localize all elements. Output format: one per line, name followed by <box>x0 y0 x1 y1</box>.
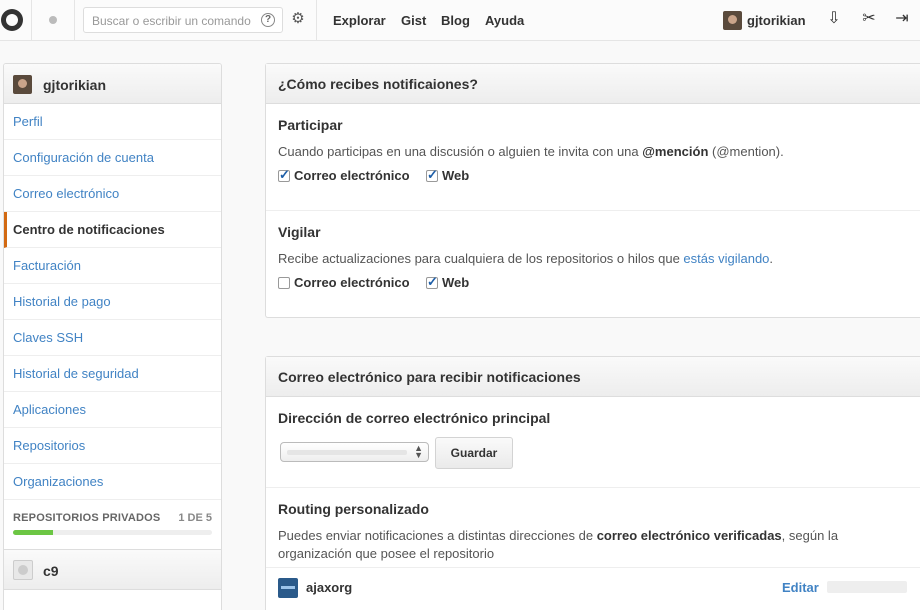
sign-out-icon[interactable]: ⇥ <box>893 10 911 28</box>
watch-section: Vigilar Recibe actualizaciones para cual… <box>266 211 920 317</box>
sidebar-item-applications[interactable]: Aplicaciones <box>4 392 221 428</box>
user-avatar[interactable] <box>723 11 742 30</box>
watch-desc-text: Recibe actualizaciones para cualquiera d… <box>278 251 684 266</box>
watch-checks: Correo electrónico Web <box>278 274 908 294</box>
sidebar-item-ssh-keys[interactable]: Claves SSH <box>4 320 221 356</box>
watch-email-checkbox[interactable] <box>278 277 290 289</box>
participate-title: Participar <box>278 117 343 133</box>
watch-web-label[interactable]: Web <box>442 275 469 290</box>
settings-tools-icon[interactable]: ✂ <box>860 10 878 28</box>
routing-org-name: ajaxorg <box>306 580 353 595</box>
sidebar-item-organizations[interactable]: Organizaciones <box>4 464 221 500</box>
watch-title: Vigilar <box>278 224 321 240</box>
search-placeholder: Buscar o escribir un comando <box>92 14 251 28</box>
nav-explore[interactable]: Explorar <box>333 13 386 28</box>
settings-sidebar: gjtorikian Perfil Configuración de cuent… <box>3 63 222 610</box>
watch-web-checkbox[interactable] <box>426 274 438 290</box>
watch-desc-tail: . <box>769 251 774 266</box>
new-repo-icon[interactable]: ⇩ <box>825 10 843 28</box>
org-avatar <box>278 578 298 598</box>
sidebar-item-emails[interactable]: Correo electrónico <box>4 176 221 212</box>
sidebar-item-notification-center[interactable]: Centro de notificaciones <box>4 212 221 248</box>
primary-email-section: Dirección de correo electrónico principa… <box>266 397 920 488</box>
participate-desc-text: Cuando participas en una discusión o alg… <box>278 144 643 159</box>
sidebar-avatar <box>13 75 32 94</box>
header-divider <box>74 0 75 40</box>
participate-desc-mention: @mención <box>642 144 709 159</box>
sidebar-org-header[interactable]: c9 <box>4 550 221 590</box>
private-repos-progress-bar <box>13 530 212 535</box>
watch-email-label[interactable]: Correo electrónico <box>294 275 410 290</box>
sidebar-item-profile[interactable]: Perfil <box>4 104 221 140</box>
private-repos-progress-fill <box>13 530 53 535</box>
command-bar-gear-icon[interactable]: ⚙ <box>290 11 306 27</box>
sidebar-item-account-settings[interactable]: Configuración de cuenta <box>4 140 221 176</box>
watching-link[interactable]: estás vigilando <box>683 251 769 266</box>
primary-email-select[interactable]: ▲ ▼ <box>280 442 429 462</box>
github-logo-icon[interactable] <box>1 9 23 31</box>
notifications-box: ¿Cómo recibes notificaiones? Participar … <box>265 63 920 318</box>
header-divider <box>31 0 32 40</box>
sidebar-username: gjtorikian <box>43 77 107 93</box>
private-repos-count: 1 DE 5 <box>178 512 212 524</box>
nav-blog[interactable]: Blog <box>441 13 470 28</box>
search-input[interactable]: Buscar o escribir un comando ? <box>83 7 283 33</box>
participate-web-checkbox[interactable] <box>426 167 438 183</box>
routing-email-value <box>827 581 907 593</box>
participate-email-label[interactable]: Correo electrónico <box>294 168 410 183</box>
sidebar-header: gjtorikian <box>4 64 221 104</box>
sidebar-item-security-history[interactable]: Historial de seguridad <box>4 356 221 392</box>
custom-routing-section: Routing personalizado Puedes enviar noti… <box>266 488 920 610</box>
nav-help[interactable]: Ayuda <box>485 13 524 28</box>
sidebar-item-billing[interactable]: Facturación <box>4 248 221 284</box>
participate-desc-tail: (@mention). <box>708 144 784 159</box>
header-divider <box>316 0 317 40</box>
save-button[interactable]: Guardar <box>435 437 513 469</box>
top-header: Buscar o escribir un comando ? ⚙ Explora… <box>0 0 920 41</box>
participate-description: Cuando participas en una discusión o alg… <box>278 143 908 161</box>
email-notifications-box: Correo electrónico para recibir notifica… <box>265 356 920 610</box>
routing-desc-bold: correo electrónico verificadas <box>596 528 782 543</box>
participate-web-label[interactable]: Web <box>442 168 469 183</box>
sidebar-item-repositories[interactable]: Repositorios <box>4 428 221 464</box>
participate-email-checkbox[interactable] <box>278 167 290 183</box>
routing-org-row: ajaxorg Editar <box>266 567 920 607</box>
participate-section: Participar Cuando participas en una disc… <box>266 104 920 211</box>
custom-routing-description: Puedes enviar notificaciones a distintas… <box>278 527 878 563</box>
select-arrows-icon: ▲ ▼ <box>414 443 423 460</box>
primary-email-title: Dirección de correo electrónico principa… <box>278 410 551 426</box>
routing-desc-text: Puedes enviar notificaciones a distintas… <box>278 528 597 543</box>
watch-description: Recibe actualizaciones para cualquiera d… <box>278 250 908 268</box>
notification-dot-icon[interactable] <box>49 16 57 24</box>
help-icon[interactable]: ? <box>261 13 275 27</box>
sidebar-item-payment-history[interactable]: Historial de pago <box>4 284 221 320</box>
custom-routing-title: Routing personalizado <box>278 501 429 517</box>
email-box-title: Correo electrónico para recibir notifica… <box>266 357 920 397</box>
private-repos-label: REPOSITORIOS PRIVADOS <box>13 512 161 524</box>
header-username[interactable]: gjtorikian <box>747 13 806 28</box>
participate-checks: Correo electrónico Web <box>278 167 908 187</box>
private-repos-usage: REPOSITORIOS PRIVADOS 1 DE 5 <box>4 500 221 550</box>
org-avatar <box>13 560 33 580</box>
sidebar-org-name: c9 <box>43 563 59 579</box>
nav-gist[interactable]: Gist <box>401 13 426 28</box>
edit-routing-link[interactable]: Editar <box>782 580 819 595</box>
notifications-box-title: ¿Cómo recibes notificaiones? <box>266 64 920 104</box>
